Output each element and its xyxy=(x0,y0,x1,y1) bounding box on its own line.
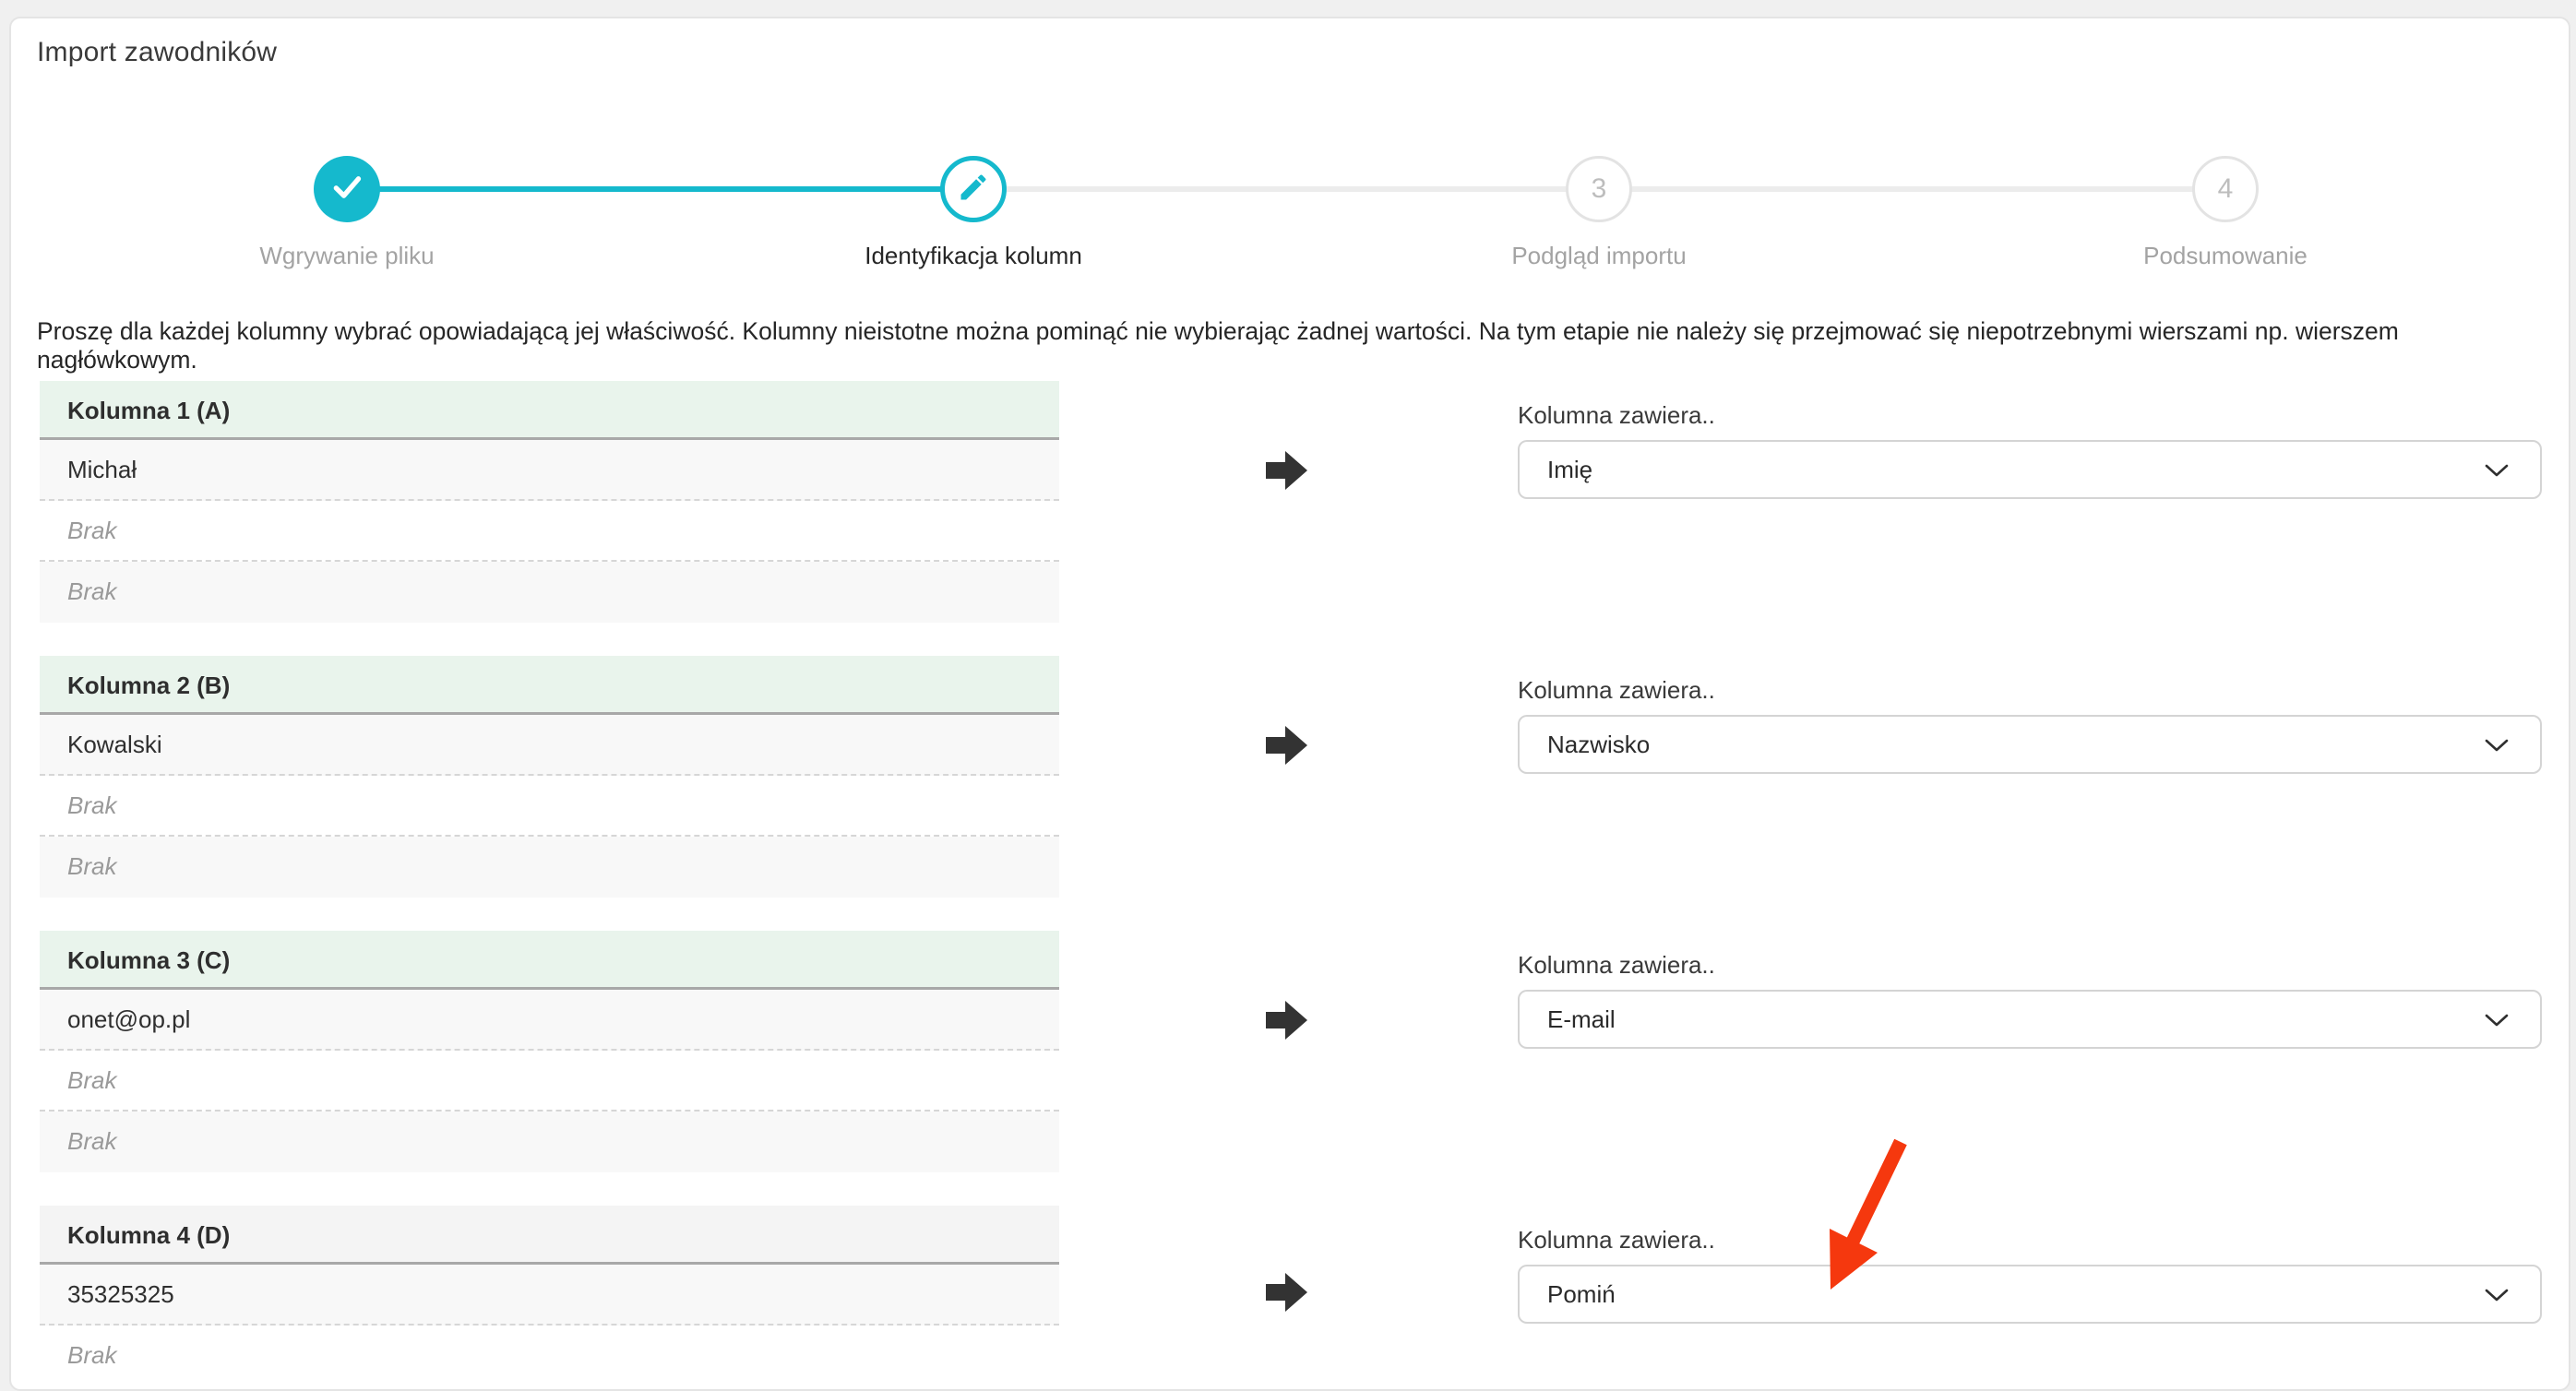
chevron-down-icon xyxy=(2485,1005,2509,1034)
selected-value: Imię xyxy=(1547,456,2485,484)
map-arrow-icon xyxy=(1266,725,1308,770)
column-3-preview-table: Kolumna 3 (C) onet@op.pl Brak Brak xyxy=(40,931,1059,1172)
selected-value: E-mail xyxy=(1547,1005,2485,1034)
table-row: Brak xyxy=(40,1112,1059,1172)
chevron-down-icon xyxy=(2485,1280,2509,1309)
select-label: Kolumna zawiera.. xyxy=(1518,401,1715,430)
table-row: Brak xyxy=(40,562,1059,623)
column-header: Kolumna 2 (B) xyxy=(40,656,1059,715)
instruction-text: Proszę dla każdej kolumny wybrać opowiad… xyxy=(37,317,2546,374)
column-4-preview-table: Kolumna 4 (D) 35325325 Brak xyxy=(40,1206,1059,1386)
stepper-connector-done xyxy=(347,186,974,192)
table-row: Brak xyxy=(40,1051,1059,1112)
step-2-label: Identyfikacja kolumn xyxy=(743,242,1204,270)
page-title: Import zawodników xyxy=(37,37,277,68)
select-label: Kolumna zawiera.. xyxy=(1518,676,1715,705)
table-row: Brak xyxy=(40,776,1059,837)
table-row: Brak xyxy=(40,1326,1059,1386)
step-1-label: Wgrywanie pliku xyxy=(116,242,578,270)
table-row: Brak xyxy=(40,837,1059,898)
select-label: Kolumna zawiera.. xyxy=(1518,951,1715,980)
step-2-circle[interactable] xyxy=(940,156,1007,222)
column-header: Kolumna 1 (A) xyxy=(40,381,1059,440)
step-3-number: 3 xyxy=(1592,173,1607,205)
check-icon xyxy=(328,169,365,210)
stepper-connector xyxy=(1599,186,2225,192)
pencil-icon xyxy=(957,171,990,208)
column-2-preview-table: Kolumna 2 (B) Kowalski Brak Brak xyxy=(40,656,1059,898)
table-row: Brak xyxy=(40,501,1059,562)
column-4-type-select[interactable]: Pomiń xyxy=(1518,1265,2542,1324)
step-4-label: Podsumowanie xyxy=(1995,242,2456,270)
stepper-connector xyxy=(974,186,1599,192)
column-3-type-select[interactable]: E-mail xyxy=(1518,990,2542,1049)
chevron-down-icon xyxy=(2485,731,2509,759)
column-header: Kolumna 4 (D) xyxy=(40,1206,1059,1265)
column-1-type-select[interactable]: Imię xyxy=(1518,440,2542,499)
column-1-preview-table: Kolumna 1 (A) Michał Brak Brak xyxy=(40,381,1059,623)
step-1-circle[interactable] xyxy=(314,156,380,222)
selected-value: Pomiń xyxy=(1547,1280,2485,1309)
map-arrow-icon xyxy=(1266,450,1308,495)
selected-value: Nazwisko xyxy=(1547,731,2485,759)
step-4-circle[interactable]: 4 xyxy=(2192,156,2259,222)
step-4-number: 4 xyxy=(2218,173,2234,205)
table-row: Michał xyxy=(40,440,1059,501)
table-row: onet@op.pl xyxy=(40,990,1059,1051)
column-header: Kolumna 3 (C) xyxy=(40,931,1059,990)
table-row: Kowalski xyxy=(40,715,1059,776)
map-arrow-icon xyxy=(1266,1000,1308,1045)
map-arrow-icon xyxy=(1266,1272,1308,1317)
table-row: 35325325 xyxy=(40,1265,1059,1326)
select-label: Kolumna zawiera.. xyxy=(1518,1226,1715,1254)
step-3-circle[interactable]: 3 xyxy=(1566,156,1632,222)
column-2-type-select[interactable]: Nazwisko xyxy=(1518,715,2542,774)
chevron-down-icon xyxy=(2485,456,2509,484)
step-3-label: Podgląd importu xyxy=(1368,242,1830,270)
